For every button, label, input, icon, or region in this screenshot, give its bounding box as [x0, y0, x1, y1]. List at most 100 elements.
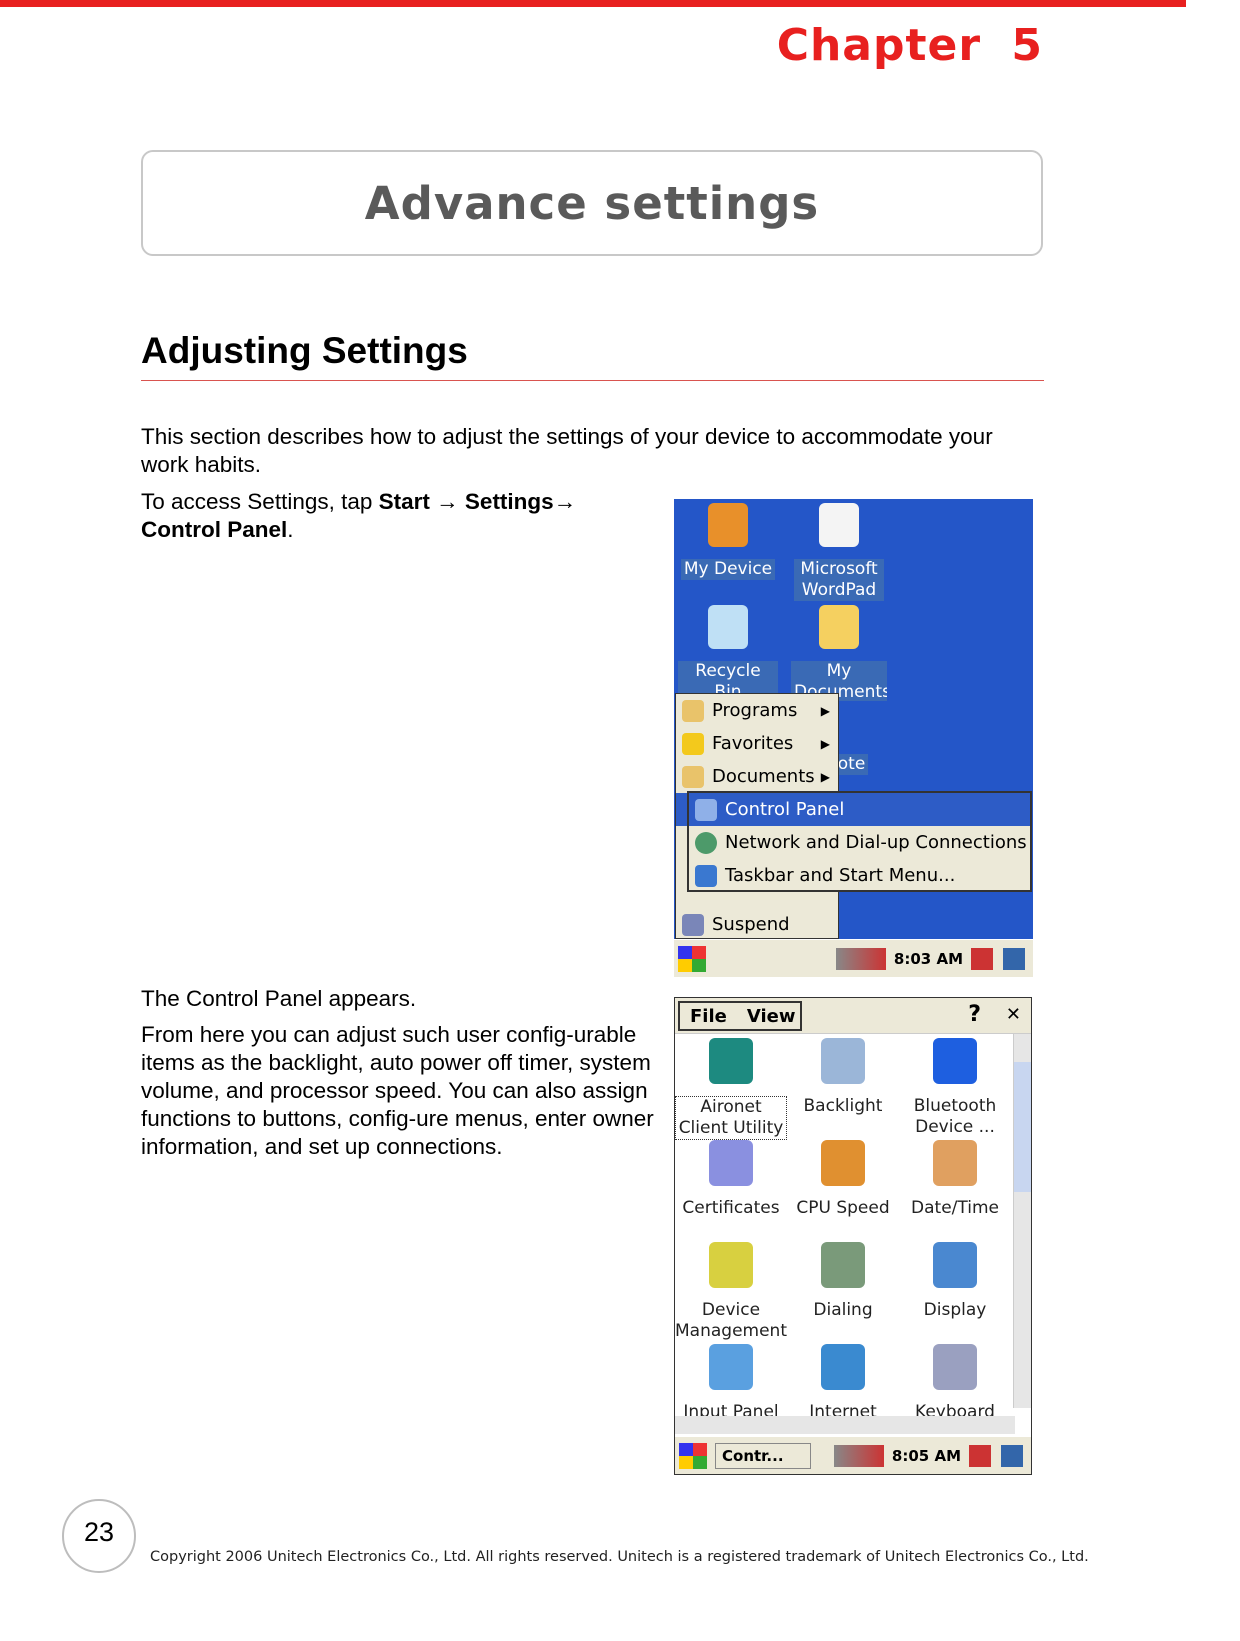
tray-network-icons[interactable] [835, 947, 886, 970]
cp-item[interactable]: CPU Speed [787, 1140, 899, 1219]
cp-item[interactable]: Input Panel [675, 1344, 787, 1423]
star-icon [682, 732, 704, 755]
cp-item[interactable]: Bluetooth Device ... [899, 1038, 1011, 1138]
chapter-title: Advance settings [364, 176, 820, 230]
menu: File View [678, 1001, 802, 1031]
arrow: → [553, 489, 577, 514]
submenu-arrow-icon: ▶ [820, 703, 830, 718]
text: . [287, 517, 294, 542]
label: Control Panel [725, 799, 845, 820]
taskbar: 8:03 AM [674, 939, 1033, 977]
cp-item-icon [821, 1038, 865, 1084]
cp-item-icon [821, 1344, 865, 1390]
chapter-title-box: Advance settings [141, 150, 1043, 256]
label: Taskbar and Start Menu... [725, 865, 956, 886]
menu-item-favorites[interactable]: Favorites ▶ [676, 727, 838, 760]
cp-item[interactable]: Backlight [787, 1038, 899, 1117]
copyright: Copyright 2006 Unitech Electronics Co., … [150, 1549, 1089, 1565]
help-icon[interactable]: ? [968, 1002, 981, 1027]
taskbar-icon [695, 864, 717, 887]
cp-item-label: Date/Time [911, 1198, 999, 1218]
cp-item[interactable]: Date/Time [899, 1140, 1011, 1219]
cp-item-icon [709, 1242, 753, 1288]
clock[interactable]: 8:05 AM [892, 1447, 961, 1465]
start-button-icon[interactable] [679, 1442, 707, 1469]
label: Network and Dial-up Connections [725, 832, 1027, 853]
arrow: → [436, 489, 459, 514]
cp-item[interactable]: Internet [787, 1344, 899, 1423]
menu-item-network[interactable]: Network and Dial-up Connections [689, 826, 1030, 859]
cp-item-label: Certificates [682, 1198, 780, 1218]
control-panel-term: Control Panel [141, 517, 288, 542]
cp-item[interactable]: Device Management [675, 1242, 787, 1342]
cp-item-icon [709, 1344, 753, 1390]
label: Programs [712, 700, 798, 721]
cp-appears-text: The Control Panel appears. [141, 986, 417, 1011]
cp-item[interactable]: Aironet Client Utility [675, 1038, 787, 1140]
input-panel-icon[interactable] [969, 1444, 991, 1467]
cp-item-icon [709, 1140, 753, 1186]
label: My Device [680, 559, 776, 580]
intro-paragraph: This section describes how to adjust the… [141, 424, 993, 477]
tray-network-icons[interactable] [833, 1444, 884, 1467]
page-number: 23 [62, 1499, 136, 1573]
desktop-icon[interactable] [1003, 947, 1025, 970]
horizontal-scrollbar[interactable] [675, 1416, 1015, 1434]
menu-file[interactable]: File [690, 1006, 727, 1027]
programs-icon [682, 699, 704, 722]
device-icon [708, 503, 748, 547]
cp-item[interactable]: Keyboard [899, 1344, 1011, 1423]
submenu-arrow-icon: ▶ [820, 736, 830, 751]
menu-item-control-panel[interactable]: Control Panel [689, 793, 1030, 826]
vertical-scrollbar[interactable] [1013, 1034, 1031, 1408]
cp-item-icon [709, 1038, 753, 1084]
cp-item[interactable]: Certificates [675, 1140, 787, 1219]
heading-rule [141, 380, 1044, 381]
cp-item-label: Dialing [813, 1300, 873, 1320]
label: Microsoft WordPad [794, 559, 884, 601]
start-button-icon[interactable] [678, 945, 706, 972]
menu-item-documents[interactable]: Documents ▶ [676, 760, 838, 793]
start-term: Start [378, 489, 430, 514]
submenu-arrow-icon: ▶ [820, 769, 830, 784]
desktop-icon[interactable] [1001, 1444, 1023, 1467]
cp-item-icon [933, 1140, 977, 1186]
text: To access Settings, tap [141, 489, 379, 514]
clock[interactable]: 8:03 AM [894, 950, 963, 968]
menu-view[interactable]: View [747, 1006, 796, 1027]
cp-item-label: Bluetooth Device ... [913, 1096, 997, 1137]
recycle-bin-icon [708, 605, 748, 649]
menu-item-suspend[interactable]: Suspend [676, 908, 838, 941]
settings-term: Settings [464, 489, 554, 514]
desktop-icon-my-documents[interactable]: My Documents [789, 605, 889, 707]
cp-item-label: Device Management [675, 1300, 787, 1341]
menu-item-taskbar[interactable]: Taskbar and Start Menu... [689, 859, 1030, 892]
start-menu-screenshot: itech My Device Microsoft WordPad Recycl… [674, 499, 1033, 977]
desktop-icon-wordpad[interactable]: Microsoft WordPad [789, 503, 889, 601]
settings-submenu: Control Panel Network and Dial-up Connec… [687, 791, 1032, 892]
close-icon[interactable]: ✕ [1006, 1004, 1021, 1025]
control-panel-screenshot: File View ? ✕ Aironet Client Utility Backl… [674, 997, 1032, 1475]
globe-icon [695, 831, 717, 854]
cp-item-icon [933, 1344, 977, 1390]
wordpad-icon [819, 503, 859, 547]
label: Favorites [712, 733, 794, 754]
taskbar: Contr... 8:05 AM [675, 1436, 1031, 1474]
cp-item-label: Backlight [803, 1096, 883, 1116]
taskbar-control-panel-button[interactable]: Contr... [715, 1442, 811, 1469]
folder-icon [819, 605, 859, 649]
section-heading: Adjusting Settings [141, 330, 468, 371]
cp-item-icon [821, 1140, 865, 1186]
menu-item-programs[interactable]: Programs ▶ [676, 694, 838, 727]
cp-item-icon [933, 1038, 977, 1084]
cp-description: From here you can adjust such user confi… [141, 1022, 654, 1159]
cp-item[interactable]: Display [899, 1242, 1011, 1321]
chapter-label: Chapter 5 [776, 20, 1043, 71]
control-panel-icon [695, 798, 717, 821]
cp-item[interactable]: Dialing [787, 1242, 899, 1321]
desktop-icon-my-device[interactable]: My Device [678, 503, 778, 580]
desktop-icon-recycle-bin[interactable]: Recycle Bin [678, 605, 778, 703]
top-red-bar [0, 0, 1186, 7]
input-panel-icon[interactable] [971, 947, 993, 970]
menu-bar: File View ? ✕ [675, 998, 1031, 1034]
